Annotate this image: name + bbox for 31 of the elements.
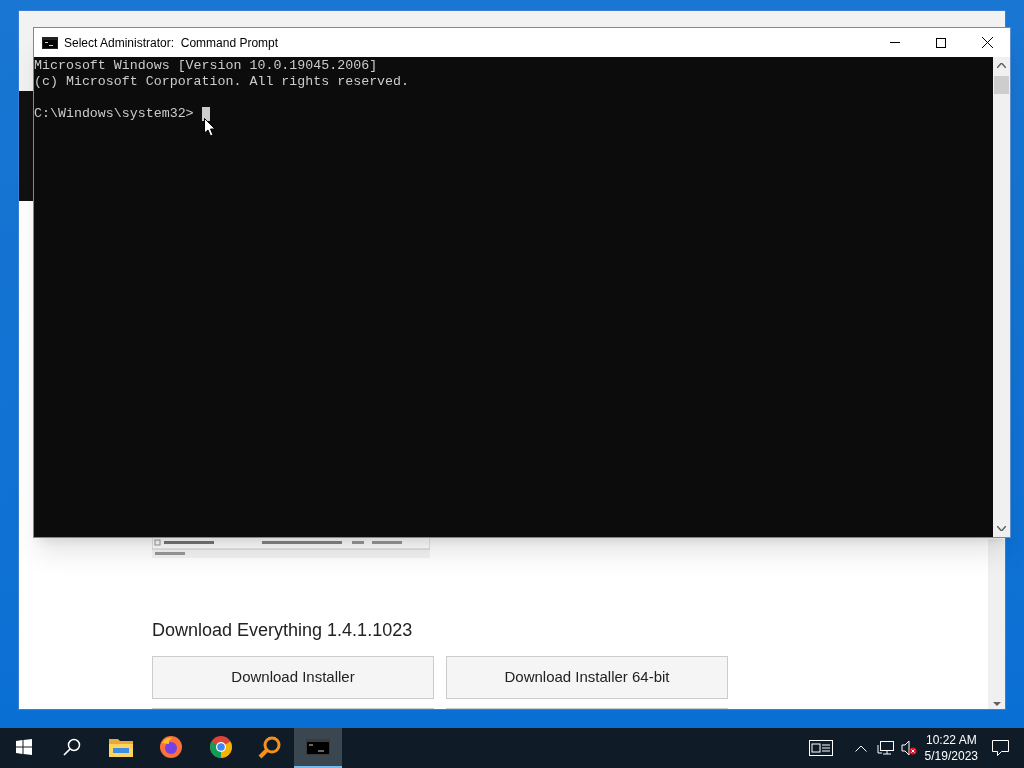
network-icon[interactable]	[876, 740, 895, 756]
scrollbar[interactable]	[993, 57, 1010, 537]
mouse-pointer-icon	[204, 118, 216, 137]
search-icon	[63, 738, 81, 756]
scroll-down-icon	[997, 526, 1006, 531]
close-icon	[981, 37, 993, 48]
download-button[interactable]: Download Installer	[152, 656, 434, 699]
scroll-up-icon	[997, 63, 1006, 68]
taskbar-button[interactable]	[294, 728, 342, 768]
window-title: Select Administrator: Command Prompt	[64, 34, 279, 52]
round-logo-icon	[209, 735, 233, 759]
magnifier-icon	[258, 735, 282, 759]
folder-icon	[109, 737, 133, 757]
muted-speaker-icon[interactable]	[900, 740, 917, 756]
news-icon[interactable]	[808, 740, 833, 756]
windows-logo-icon	[16, 739, 32, 755]
scroll-down-icon	[992, 702, 1001, 706]
download-button[interactable]: Download Installer 64-bit	[446, 656, 728, 699]
minimize-icon	[890, 42, 900, 43]
console-icon	[42, 36, 58, 49]
section-heading: Download Everything 1.4.1.1023	[152, 619, 414, 642]
maximize-icon	[936, 37, 946, 48]
scrollbar[interactable]	[988, 539, 1005, 709]
clock-time[interactable]: 10:22 AM	[925, 732, 977, 748]
notifications-icon[interactable]	[992, 740, 1009, 756]
chevron-up-icon[interactable]	[854, 744, 867, 752]
browser-globe-icon	[159, 735, 183, 759]
console-icon	[306, 739, 330, 755]
clock-date[interactable]: 5/19/2023	[924, 748, 978, 764]
console-output: Microsoft Windows [Version 10.0.19045.2006] (c) Microsoft Corporation. All rights reserved. C:\Windows\system32>	[34, 57, 411, 123]
scroll-thumb[interactable]	[994, 76, 1009, 94]
